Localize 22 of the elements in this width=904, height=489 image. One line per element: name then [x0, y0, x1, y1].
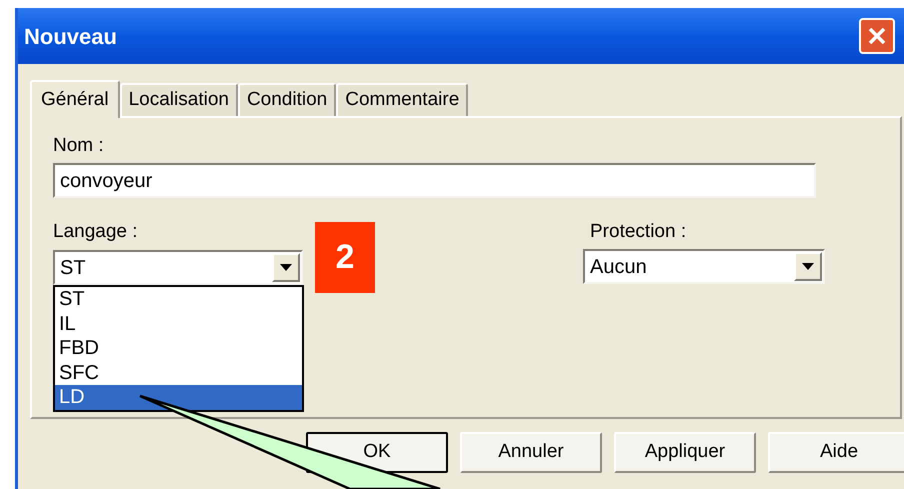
- tab[interactable]: Général: [30, 80, 120, 118]
- tab[interactable]: Localisation: [120, 83, 238, 116]
- tab[interactable]: Condition: [238, 83, 336, 116]
- name-field[interactable]: convoyeur: [53, 163, 816, 198]
- tab[interactable]: Commentaire: [336, 83, 468, 116]
- dialog-button[interactable]: Annuler: [460, 432, 602, 473]
- close-icon: [867, 26, 887, 46]
- step-badge: 2: [315, 222, 375, 293]
- dialog-button[interactable]: Aide: [768, 432, 904, 473]
- close-button[interactable]: [859, 18, 895, 54]
- dialog-button[interactable]: Appliquer: [614, 432, 756, 473]
- field-label: Nom :: [53, 134, 105, 158]
- dropdown-option[interactable]: FBD: [55, 336, 302, 360]
- field-label: Langage :: [53, 220, 139, 244]
- protection-dropdown[interactable]: Aucun: [583, 249, 825, 284]
- dropdown-option[interactable]: IL: [55, 312, 302, 336]
- dropdown-option[interactable]: SFC: [55, 360, 302, 385]
- window-title: Nouveau: [24, 22, 117, 50]
- field-label: Protection :: [589, 220, 688, 244]
- language-dropdown[interactable]: ST: [53, 250, 303, 285]
- dropdown-option[interactable]: LD: [55, 385, 302, 410]
- dropdown-option[interactable]: ST: [55, 287, 302, 312]
